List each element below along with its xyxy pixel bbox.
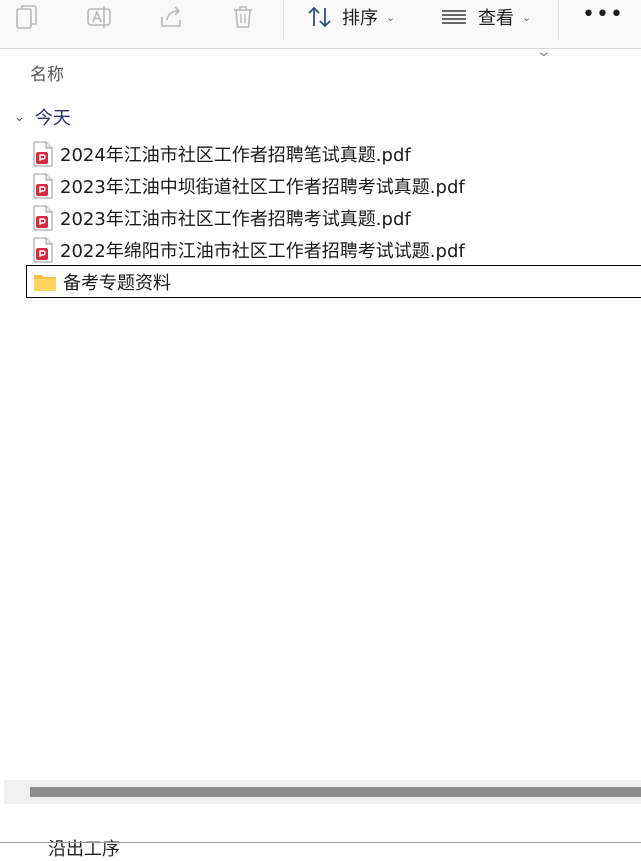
pdf-icon — [33, 237, 53, 263]
folder-row[interactable]: 备考专题资料 — [26, 265, 641, 298]
pdf-icon — [33, 173, 53, 199]
pdf-icon — [33, 205, 53, 231]
rename-icon — [87, 6, 111, 28]
sort-indicator-icon: ⌄ — [535, 44, 553, 60]
bottom-divider — [0, 842, 641, 843]
folder-icon — [34, 274, 56, 291]
chevron-down-icon: ⌄ — [14, 109, 25, 125]
chevron-down-icon: ⌄ — [522, 10, 532, 24]
file-name: 2022年绵阳市江油市社区工作者招聘考试试题.pdf — [60, 241, 465, 262]
file-name: 2024年江油市社区工作者招聘笔试真题.pdf — [60, 145, 411, 166]
chevron-down-icon: ⌄ — [386, 10, 396, 24]
command-bar: 排序 ⌄ 查看 ⌄ ••• — [0, 0, 641, 49]
pdf-icon — [33, 141, 53, 167]
group-header-today[interactable]: ⌄ 今天 — [14, 104, 71, 130]
copy-icon — [16, 5, 37, 29]
sort-button[interactable]: 排序 ⌄ — [306, 0, 395, 34]
rename-button[interactable] — [86, 0, 116, 34]
sort-icon — [308, 6, 331, 28]
share-button[interactable] — [158, 0, 188, 34]
toolbar-separator — [283, 0, 284, 40]
file-name: 2023年江油市社区工作者招聘考试真题.pdf — [60, 209, 411, 230]
sort-label: 排序 — [342, 8, 378, 29]
delete-button[interactable] — [230, 0, 260, 34]
folder-name: 备考专题资料 — [63, 272, 171, 294]
toolbar-separator — [558, 0, 559, 40]
view-list-icon — [442, 10, 466, 24]
view-button[interactable]: 查看 ⌄ — [440, 0, 531, 34]
file-name: 2023年江油中坝街道社区工作者招聘考试真题.pdf — [60, 177, 465, 198]
file-row[interactable]: 2024年江油市社区工作者招聘笔试真题.pdf — [26, 138, 641, 170]
scrollbar-thumb[interactable] — [30, 787, 641, 797]
file-row[interactable]: 2022年绵阳市江油市社区工作者招聘考试试题.pdf — [26, 234, 641, 266]
file-row[interactable]: 2023年江油中坝街道社区工作者招聘考试真题.pdf — [26, 170, 641, 202]
copy-button[interactable] — [14, 0, 44, 34]
column-header-name[interactable]: 名称 — [30, 60, 64, 85]
more-options-button[interactable]: ••• — [582, 2, 624, 27]
delete-icon — [234, 6, 252, 28]
cropped-text: 沿出工序 — [48, 839, 120, 860]
group-label: 今天 — [34, 108, 71, 129]
share-icon — [161, 6, 181, 27]
view-label: 查看 — [478, 8, 514, 29]
file-row[interactable]: 2023年江油市社区工作者招聘考试真题.pdf — [26, 202, 641, 234]
